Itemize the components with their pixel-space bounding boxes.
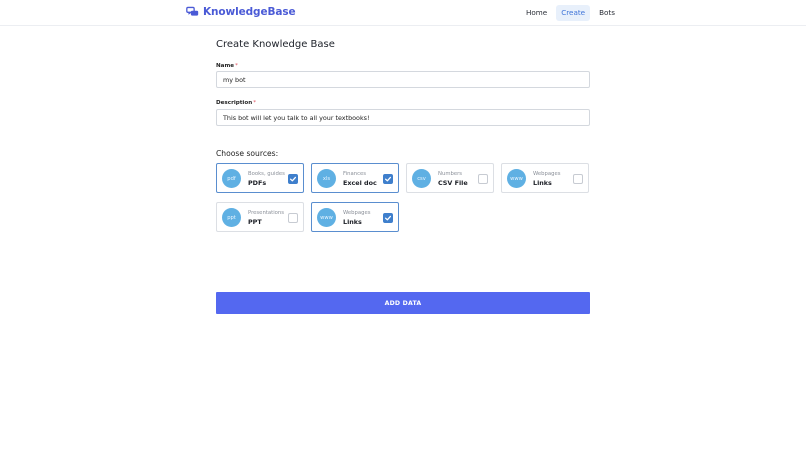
source-subtitle: Finances [343,171,367,177]
file-type-icon: csv [412,169,431,188]
nav-home[interactable]: Home [521,5,552,21]
file-type-icon: ppt [222,208,241,227]
source-checkbox[interactable] [573,174,583,184]
chat-bubbles-icon [186,6,199,16]
source-checkbox[interactable] [383,213,393,223]
file-type-icon: pdf [222,169,241,188]
source-card-pdfs[interactable]: pdf Books, guides PDFs [216,163,304,193]
sources-heading: Choose sources: [216,149,279,158]
source-label: PPT [248,218,262,226]
main-nav: Home Create Bots [521,5,620,21]
source-label: CSV File [438,179,468,187]
source-subtitle: Presentations [248,210,285,216]
nav-bots[interactable]: Bots [594,5,620,21]
source-card-links[interactable]: www Webpages Links [501,163,589,193]
description-label-text: Description [216,100,253,106]
source-checkbox[interactable] [288,213,298,223]
source-card-ppt[interactable]: ppt Presentations PPT [216,202,304,232]
name-label: Name* [216,63,238,69]
checkmark-icon [384,176,392,182]
required-mark: * [253,100,256,106]
file-type-icon: www [507,169,526,188]
description-input[interactable] [216,109,590,126]
top-navbar: KnowledgeBase Home Create Bots [0,0,806,26]
source-subtitle: Webpages [343,210,371,216]
page-title: Create Knowledge Base [216,39,335,50]
source-card-excel-doc[interactable]: xls Finances Excel doc [311,163,399,193]
source-subtitle: Webpages [533,171,561,177]
checkmark-icon [289,176,297,182]
source-card-csv-file[interactable]: csv Numbers CSV File [406,163,494,193]
source-card-links[interactable]: www Webpages Links [311,202,399,232]
brand-logo[interactable]: KnowledgeBase [186,5,296,18]
source-label: Links [343,218,362,226]
source-label: Excel doc [343,179,377,187]
nav-create[interactable]: Create [556,5,591,21]
source-subtitle: Books, guides [248,171,285,177]
name-label-text: Name [216,63,235,69]
source-subtitle: Numbers [438,171,463,177]
brand-name: KnowledgeBase [203,5,296,18]
source-checkbox[interactable] [288,174,298,184]
file-type-icon: xls [317,169,336,188]
add-data-button[interactable]: ADD DATA [216,292,590,314]
source-checkbox[interactable] [478,174,488,184]
required-mark: * [235,63,238,69]
file-type-icon: www [317,208,336,227]
name-input[interactable] [216,71,590,88]
description-label: Description* [216,100,256,106]
source-label: Links [533,179,552,187]
source-checkbox[interactable] [383,174,393,184]
source-label: PDFs [248,179,267,187]
checkmark-icon [384,215,392,221]
